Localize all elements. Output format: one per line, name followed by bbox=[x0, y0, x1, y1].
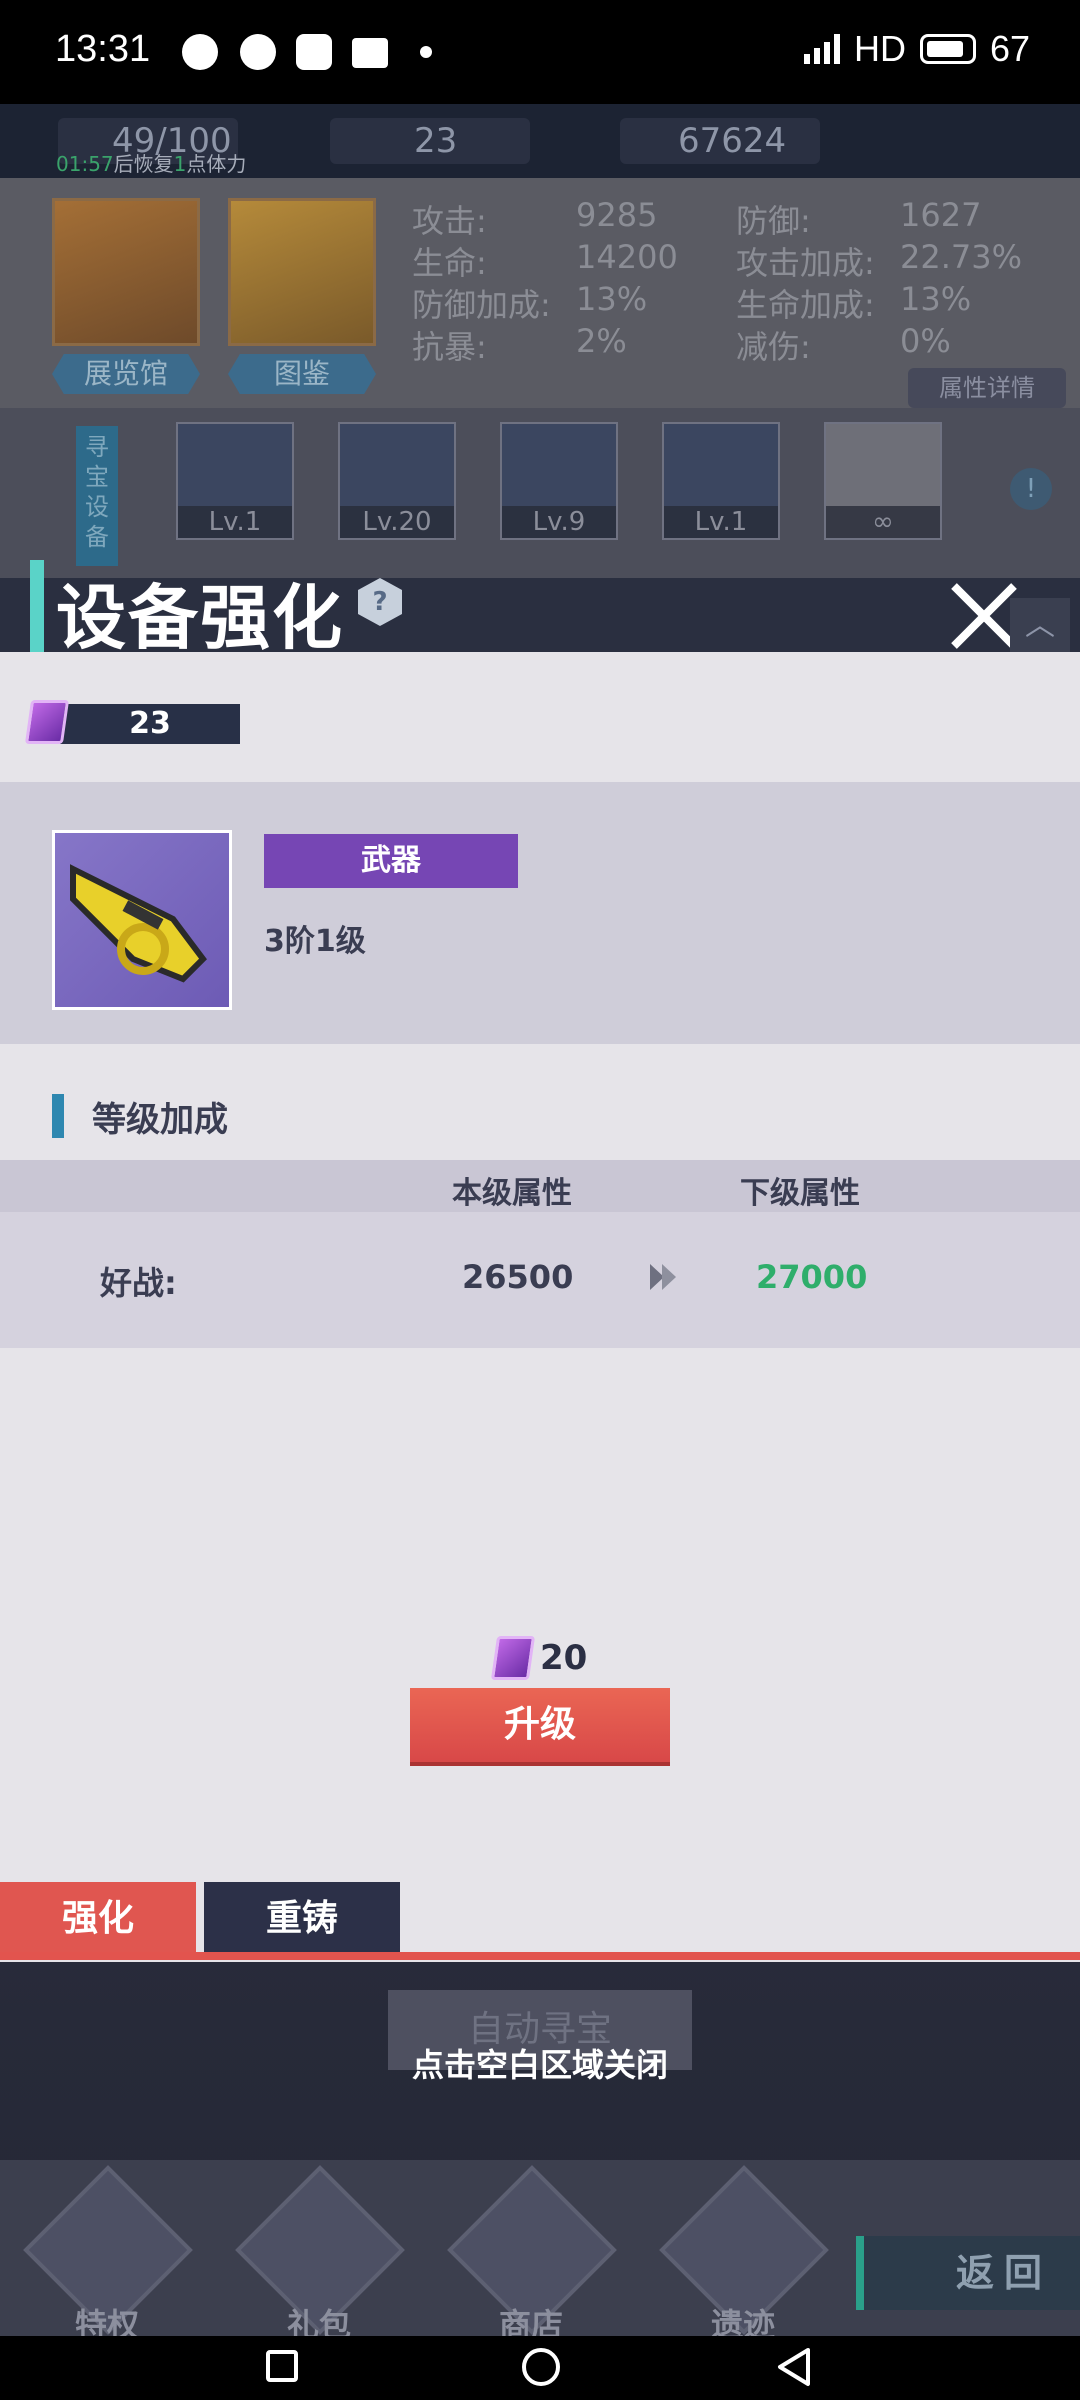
back-button[interactable]: 返回 bbox=[856, 2236, 1080, 2310]
stat-attack-bonus-label: 攻击加成: bbox=[736, 244, 875, 282]
exhibition-card[interactable] bbox=[52, 198, 200, 346]
treasure-equipment-tab[interactable]: 寻宝设备 bbox=[76, 426, 118, 566]
equipment-level: Lv.20 bbox=[340, 506, 454, 538]
stat-defense-label: 防御: bbox=[736, 202, 811, 240]
status-time: 13:31 bbox=[55, 28, 151, 70]
equipment-level: Lv.1 bbox=[178, 506, 292, 538]
attribute-current-value: 26500 bbox=[462, 1258, 574, 1296]
item-type-badge: 武器 bbox=[264, 834, 518, 888]
stat-hp-bonus-value: 13% bbox=[900, 280, 972, 318]
item-level: 3阶1级 bbox=[264, 924, 366, 959]
battery-icon bbox=[919, 34, 976, 64]
equipment-slot[interactable]: ∞ bbox=[824, 422, 942, 540]
stat-defense-value: 1627 bbox=[900, 196, 982, 234]
gem-value: 23 bbox=[414, 121, 458, 161]
attribute-row: 好战: 26500 27000 bbox=[0, 1212, 1080, 1348]
equipment-level: Lv.9 bbox=[502, 506, 616, 538]
current-level-header: 本级属性 bbox=[452, 1176, 572, 1211]
exhibition-label[interactable]: 展览馆 bbox=[52, 354, 200, 394]
status-right: HD 67 bbox=[803, 28, 1030, 70]
section-title: 等级加成 bbox=[52, 1092, 228, 1141]
double-chevron-right-icon bbox=[650, 1264, 676, 1290]
equipment-level: ∞ bbox=[826, 506, 940, 538]
equipment-slot[interactable]: Lv.1 bbox=[176, 422, 294, 540]
weapon-gun-icon bbox=[70, 864, 207, 983]
attribute-detail-button[interactable]: 属性详情 bbox=[908, 368, 1066, 408]
stat-attack-label: 攻击: bbox=[412, 202, 487, 240]
tab-recast[interactable]: 重铸 bbox=[204, 1882, 400, 1956]
recover-amount: 1 bbox=[173, 152, 187, 176]
recover-time: 01:57 bbox=[56, 152, 114, 176]
signal-icon bbox=[803, 34, 840, 64]
stat-hp-label: 生命: bbox=[412, 244, 487, 282]
back-icon[interactable] bbox=[774, 2346, 814, 2388]
home-icon[interactable] bbox=[522, 2348, 560, 2386]
gem-icon bbox=[24, 700, 70, 744]
stat-damage-reduction-label: 减伤: bbox=[736, 328, 811, 366]
upgrade-cost: 20 bbox=[490, 1636, 588, 1680]
codex-label[interactable]: 图鉴 bbox=[228, 354, 376, 394]
attribute-name: 好战: bbox=[100, 1264, 177, 1302]
currency-display: 23 bbox=[60, 704, 240, 744]
equipment-slot[interactable]: Lv.20 bbox=[338, 422, 456, 540]
equipment-slot[interactable]: Lv.1 bbox=[662, 422, 780, 540]
stat-crit-resist-label: 抗暴: bbox=[412, 328, 487, 366]
equipment-bar: 寻宝设备 Lv.1 Lv.20 Lv.9 Lv.1 ∞ ! bbox=[0, 408, 1080, 578]
stats-panel: 展览馆 图鉴 攻击: 9285 防御: 1627 生命: 14200 攻击加成:… bbox=[0, 178, 1080, 408]
gem-icon bbox=[490, 1636, 536, 1680]
recover-text-2: 点体力 bbox=[186, 152, 247, 176]
battery-level: 67 bbox=[989, 28, 1030, 69]
message-notification-icon bbox=[240, 34, 276, 70]
nav-shop[interactable]: 商店 bbox=[447, 2165, 617, 2348]
info-icon[interactable]: ! bbox=[1010, 468, 1052, 510]
stat-defense-bonus-value: 13% bbox=[576, 280, 648, 318]
tab-underline bbox=[0, 1952, 1080, 1960]
stack-notification-icon bbox=[352, 38, 388, 68]
resource-bar: 49/100 01:57后恢复1点体力 23 67624 bbox=[0, 104, 1080, 178]
stat-hp-bonus-label: 生命加成: bbox=[736, 286, 875, 324]
stat-hp-value: 14200 bbox=[576, 238, 678, 276]
system-nav-bar bbox=[0, 2336, 1080, 2400]
stat-crit-resist-value: 2% bbox=[576, 322, 627, 360]
gold-value: 67624 bbox=[678, 121, 787, 161]
chevron-up-icon: ︿ bbox=[1025, 608, 1055, 643]
weapon-image bbox=[52, 830, 232, 1010]
gold-resource: 67624 bbox=[620, 118, 820, 164]
more-notifications-icon bbox=[420, 46, 432, 58]
stamina-recover-text: 01:57后恢复1点体力 bbox=[56, 148, 246, 177]
network-label: HD bbox=[853, 28, 906, 69]
stat-defense-bonus-label: 防御加成: bbox=[412, 286, 551, 324]
codex-card[interactable] bbox=[228, 198, 376, 346]
status-bar: 13:31 HD 67 bbox=[0, 0, 1080, 104]
equipment-slot[interactable]: Lv.9 bbox=[500, 422, 618, 540]
tab-enhance[interactable]: 强化 bbox=[0, 1882, 196, 1956]
attribute-next-value: 27000 bbox=[756, 1258, 868, 1296]
equipment-level: Lv.1 bbox=[664, 506, 778, 538]
recover-text-1: 后恢复 bbox=[113, 152, 174, 176]
recent-apps-icon[interactable] bbox=[266, 2350, 298, 2382]
chat-notification-icon bbox=[182, 34, 218, 70]
dialog-body: 23 武器 3阶1级 等级加成 本级属性 下级属性 好战: 26500 2700… bbox=[0, 652, 1080, 1962]
stat-attack-value: 9285 bbox=[576, 196, 658, 234]
nav-ruins[interactable]: 遗迹 bbox=[659, 2165, 829, 2348]
item-info-band: 武器 3阶1级 bbox=[0, 782, 1080, 1044]
nav-privilege[interactable]: 特权 bbox=[23, 2165, 193, 2348]
attribute-column-header: 本级属性 下级属性 bbox=[0, 1160, 1080, 1212]
dialog-title: 设备强化 bbox=[56, 577, 344, 659]
collapse-button[interactable]: ︿ bbox=[1010, 598, 1070, 654]
close-hint[interactable]: 点击空白区域关闭 bbox=[0, 2040, 1080, 2086]
dialog-header-accent bbox=[30, 560, 44, 652]
nav-gift-pack[interactable]: 礼包 bbox=[235, 2165, 405, 2348]
upgrade-button[interactable]: 升级 bbox=[410, 1688, 670, 1762]
stat-damage-reduction-value: 0% bbox=[900, 322, 951, 360]
gem-resource: 23 bbox=[330, 118, 530, 164]
upgrade-cost-value: 20 bbox=[540, 1638, 588, 1678]
app-notification-icon bbox=[296, 34, 332, 70]
next-level-header: 下级属性 bbox=[740, 1176, 860, 1211]
stat-attack-bonus-value: 22.73% bbox=[900, 238, 1023, 276]
